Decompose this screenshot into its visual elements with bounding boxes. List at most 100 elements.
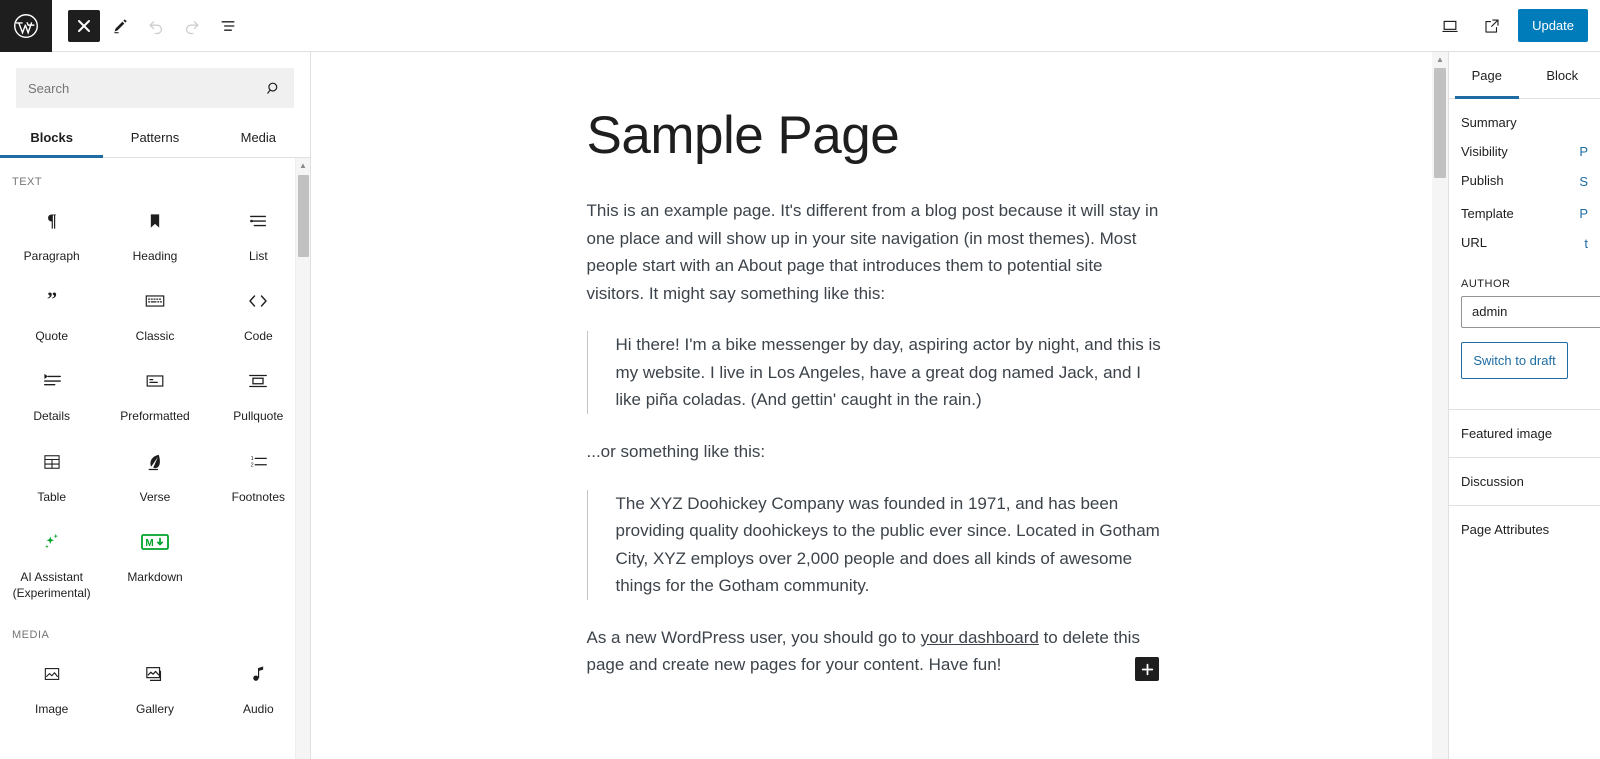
block-heading[interactable]: Heading (103, 194, 206, 274)
scrollbar-up-arrow-icon[interactable]: ▲ (296, 158, 310, 173)
url-value[interactable]: t (1584, 235, 1588, 254)
search-input[interactable] (28, 80, 265, 96)
sidebar-scrollbar-thumb[interactable] (1434, 68, 1446, 178)
block-label: Verse (139, 489, 171, 504)
summary-panel: Summary Visibility P Publish S Template … (1449, 99, 1600, 391)
block-preformatted[interactable]: Preformatted (103, 354, 206, 434)
svg-text:2: 2 (251, 462, 254, 468)
classic-keyboard-icon (144, 288, 166, 314)
author-field[interactable]: admin (1461, 295, 1600, 328)
tab-media[interactable]: Media (207, 120, 310, 157)
text-blocks-grid: ¶ Paragraph Heading List ” Quote Classic… (0, 194, 310, 611)
quote-text: The XYZ Doohickey Company was founded in… (615, 493, 1160, 596)
template-value[interactable]: P (1579, 206, 1588, 221)
block-ai-assistant[interactable]: AI Assistant (Experimental) (0, 515, 103, 611)
switch-to-draft-button[interactable]: Switch to draft (1461, 341, 1568, 379)
block-label: AI Assistant (Experimental) (12, 569, 91, 600)
list-view-icon[interactable] (212, 10, 244, 42)
block-label: Details (33, 409, 70, 424)
inserter-block-list: TEXT ¶ Paragraph Heading List ” Quote Cl… (0, 158, 310, 759)
quote-block-1[interactable]: Hi there! I'm a bike messenger by day, a… (586, 331, 1165, 415)
paragraph-block-2[interactable]: ...or something like this: (587, 438, 1165, 466)
block-table[interactable]: Table (0, 435, 103, 515)
close-inserter-button[interactable] (68, 9, 100, 42)
search-box[interactable] (16, 68, 294, 108)
paragraph-text-before: As a new WordPress user, you should go t… (586, 627, 921, 647)
svg-text:1: 1 (251, 456, 254, 462)
paragraph-pilcrow-icon: ¶ (41, 208, 63, 234)
details-icon (41, 368, 63, 394)
dashboard-link[interactable]: your dashboard (921, 628, 1039, 647)
row-visibility: Visibility P (1461, 130, 1588, 159)
code-angle-brackets-icon (246, 288, 270, 314)
block-label: List (248, 249, 268, 263)
block-markdown[interactable]: M Markdown (103, 515, 206, 611)
update-button[interactable]: Update (1518, 9, 1588, 42)
block-label: Markdown (127, 569, 183, 584)
block-label: Image (34, 702, 69, 717)
tab-blocks[interactable]: Blocks (0, 120, 104, 158)
block-image[interactable]: Image (0, 647, 103, 727)
block-label: Code (243, 329, 273, 344)
external-link-icon[interactable] (1476, 10, 1508, 42)
publish-label: Publish (1461, 173, 1504, 188)
block-label: Footnotes (231, 489, 286, 504)
sidebar-scroll-up-arrow-icon[interactable]: ▲ (1432, 52, 1448, 67)
panel-featured-image[interactable]: Featured image (1449, 408, 1600, 457)
publish-value[interactable]: S (1579, 173, 1588, 192)
block-quote[interactable]: ” Quote (0, 274, 103, 354)
search-icon (265, 80, 282, 97)
block-classic[interactable]: Classic (103, 274, 206, 354)
scrollbar-thumb[interactable] (298, 175, 309, 257)
paragraph-block-1[interactable]: This is an example page. It's different … (587, 197, 1165, 307)
block-paragraph[interactable]: ¶ Paragraph (0, 194, 103, 274)
toolbar-right-group: Update (1434, 9, 1600, 42)
ai-sparkles-icon (41, 529, 63, 555)
redo-arrow-icon[interactable] (176, 10, 208, 42)
quote-marks-icon: ” (41, 288, 63, 314)
visibility-label: Visibility (1461, 144, 1508, 159)
preformatted-icon (144, 368, 166, 394)
block-details[interactable]: Details (0, 354, 103, 434)
block-label: Audio (242, 702, 274, 717)
wordpress-logo-icon[interactable] (0, 0, 52, 52)
tab-block[interactable]: Block (1525, 52, 1600, 98)
row-url: URL t (1461, 221, 1588, 254)
inserter-search-wrap (0, 52, 310, 108)
editor-toolbar: Update (0, 0, 1600, 52)
visibility-value[interactable]: P (1579, 144, 1588, 159)
tab-patterns[interactable]: Patterns (103, 120, 206, 157)
sidebar-scrollbar[interactable]: ▲ (1432, 52, 1448, 759)
desktop-preview-icon[interactable] (1434, 10, 1466, 42)
add-block-button[interactable] (1135, 657, 1159, 681)
block-gallery[interactable]: Gallery (103, 647, 206, 727)
tab-page[interactable]: Page (1449, 52, 1525, 99)
editor-canvas[interactable]: Sample Page This is an example page. It'… (311, 52, 1440, 759)
panel-discussion[interactable]: Discussion (1449, 456, 1600, 505)
author-label: AUTHOR (1461, 277, 1511, 290)
block-label: Preformatted (120, 409, 190, 424)
post-content: Sample Page This is an example page. It'… (586, 52, 1165, 679)
undo-arrow-icon[interactable] (140, 10, 172, 42)
block-verse[interactable]: Verse (103, 435, 206, 515)
block-label: Quote (35, 329, 69, 344)
block-inserter-panel: Blocks Patterns Media TEXT ¶ Paragraph (0, 52, 311, 759)
page-title[interactable]: Sample Page (587, 106, 1165, 165)
quote-text: Hi there! I'm a bike messenger by day, a… (615, 335, 1161, 410)
quote-block-2[interactable]: The XYZ Doohickey Company was founded in… (586, 489, 1165, 600)
svg-text:”: ” (47, 290, 57, 311)
pencil-edit-icon[interactable] (104, 10, 136, 42)
block-label: Classic (135, 329, 175, 344)
category-label-text: MEDIA (12, 629, 50, 642)
block-label: Paragraph (23, 249, 80, 263)
audio-note-icon (248, 661, 268, 687)
panel-page-attributes[interactable]: Page Attributes (1449, 504, 1600, 553)
template-label: Template (1461, 205, 1514, 221)
inserter-tabs: Blocks Patterns Media (0, 120, 310, 158)
row-template: Template P (1461, 192, 1588, 221)
paragraph-block-3[interactable]: As a new WordPress user, you should go t… (587, 624, 1165, 679)
gallery-icon (144, 661, 166, 687)
inserter-scrollbar[interactable]: ▲ (295, 158, 310, 759)
footnotes-icon: 12 (247, 449, 269, 475)
image-icon (42, 661, 62, 687)
